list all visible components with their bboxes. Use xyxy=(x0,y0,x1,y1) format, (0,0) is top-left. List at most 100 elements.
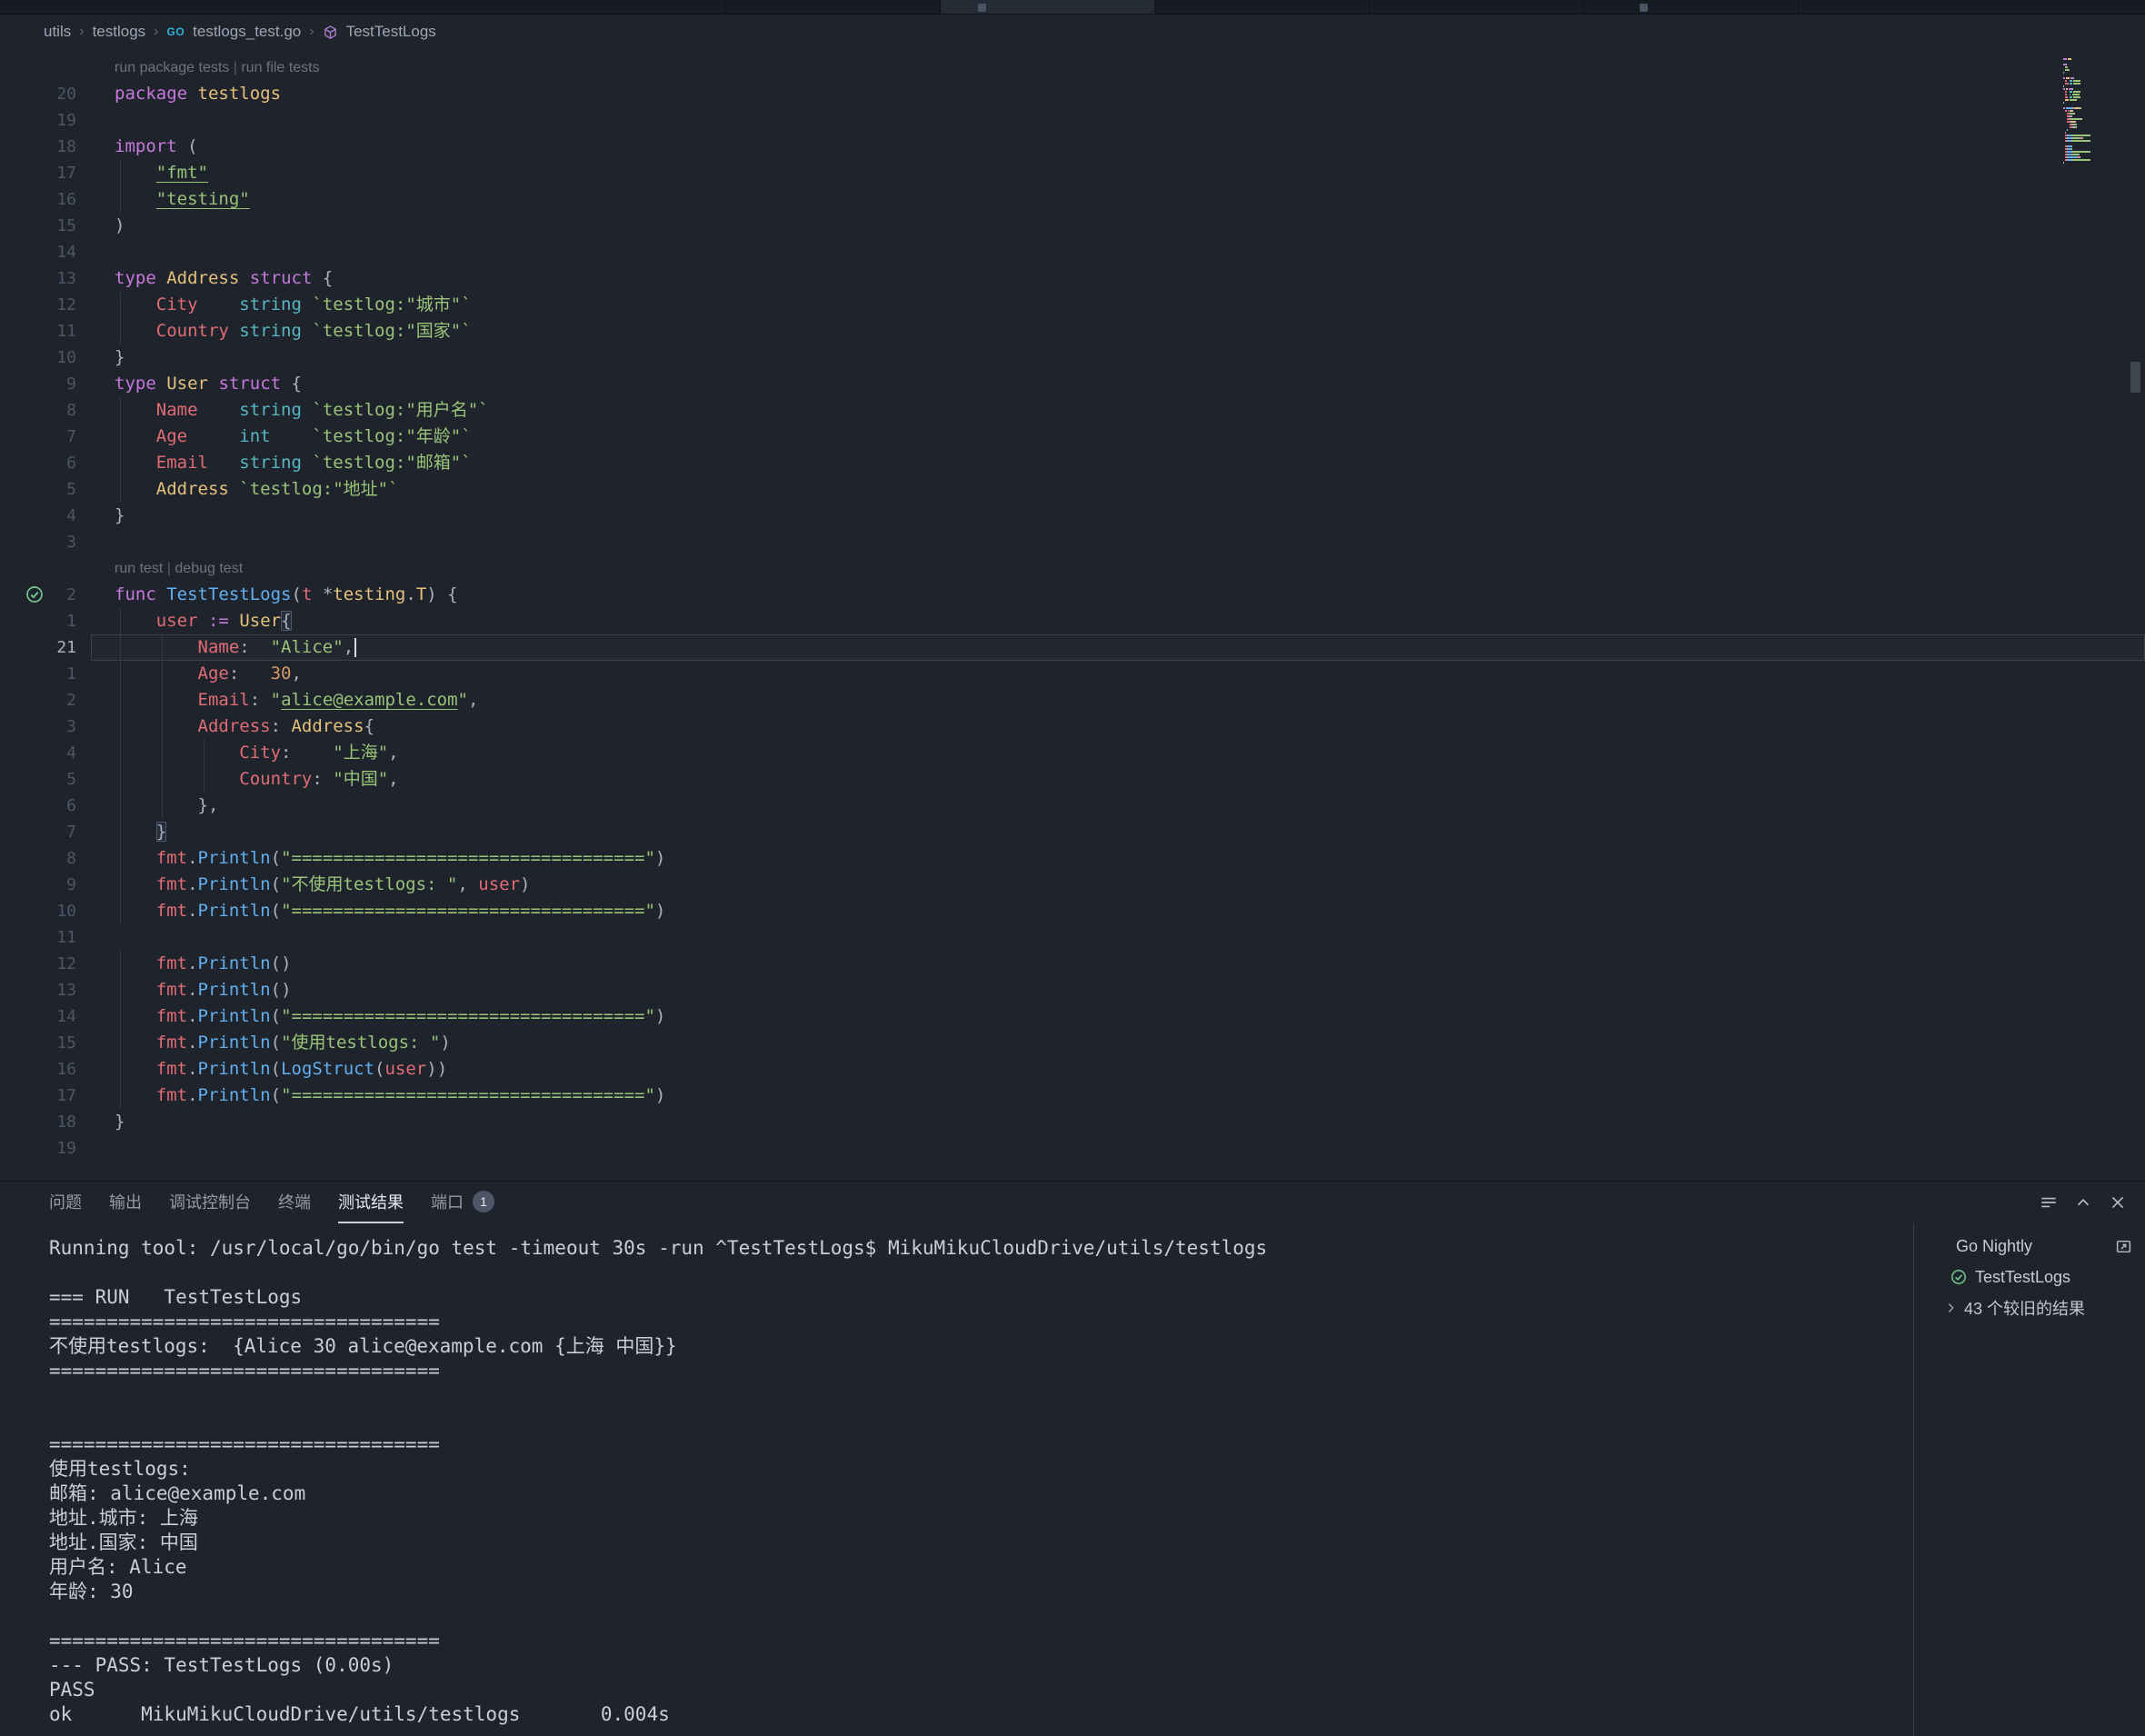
code-line[interactable]: 1 Age: 30, xyxy=(0,661,2145,687)
overview-ruler[interactable] xyxy=(2123,49,2145,1181)
line-number[interactable]: 10 xyxy=(0,898,91,924)
minimap[interactable] xyxy=(2063,58,2118,167)
breadcrumb-item-file[interactable]: testlogs_test.go xyxy=(193,23,301,41)
code-line[interactable]: 19 xyxy=(0,1135,2145,1162)
codelens-link[interactable]: debug test xyxy=(175,561,243,576)
code-line[interactable]: 15 fmt.Println("使用testlogs: ") xyxy=(0,1030,2145,1056)
line-number[interactable]: 18 xyxy=(0,134,91,160)
code-line[interactable]: 19 xyxy=(0,107,2145,134)
line-number[interactable]: 14 xyxy=(0,1003,91,1030)
code-line[interactable]: 5 Address `testlog:"地址"` xyxy=(0,476,2145,503)
open-in-editor-icon[interactable] xyxy=(2115,1238,2132,1255)
code-line[interactable]: 5 Country: "中国", xyxy=(0,766,2145,793)
breadcrumb-item-testlogs[interactable]: testlogs xyxy=(93,23,146,41)
code-line[interactable]: 12 fmt.Println() xyxy=(0,951,2145,977)
test-run-row[interactable]: TestTestLogs xyxy=(1914,1262,2145,1292)
code-line[interactable]: 20package testlogs xyxy=(0,81,2145,107)
panel-tab[interactable]: 调试控制台 xyxy=(169,1182,251,1223)
line-number[interactable]: 1 xyxy=(0,661,91,687)
line-number[interactable]: 3 xyxy=(0,713,91,740)
line-number[interactable] xyxy=(0,555,91,582)
line-number[interactable]: 4 xyxy=(0,740,91,766)
line-number[interactable]: 11 xyxy=(0,924,91,951)
codelens-link[interactable]: run package tests xyxy=(115,60,229,75)
panel-tab[interactable]: 问题 xyxy=(49,1182,82,1223)
older-results-row[interactable]: 43 个较旧的结果 xyxy=(1914,1292,2145,1323)
code-line[interactable]: 17 fmt.Println("========================… xyxy=(0,1083,2145,1109)
line-number[interactable]: 11 xyxy=(0,318,91,344)
code-line[interactable]: 1 user := User{ xyxy=(0,608,2145,634)
codelens-line[interactable]: run test | debug test xyxy=(0,555,2145,582)
line-number[interactable]: 8 xyxy=(0,397,91,424)
panel-close-icon[interactable] xyxy=(2109,1193,2127,1212)
editor-tabs-strip[interactable] xyxy=(0,0,2145,15)
code-line[interactable]: 7 } xyxy=(0,819,2145,845)
line-number[interactable]: 7 xyxy=(0,424,91,450)
line-number[interactable]: 9 xyxy=(0,872,91,898)
code-line[interactable]: 16 "testing" xyxy=(0,186,2145,213)
code-line[interactable]: 6 Email string `testlog:"邮箱"` xyxy=(0,450,2145,476)
line-number[interactable]: 10 xyxy=(0,344,91,371)
panel-tab[interactable]: 输出 xyxy=(109,1182,142,1223)
line-number[interactable]: 8 xyxy=(0,845,91,872)
line-number[interactable]: 15 xyxy=(0,1030,91,1056)
codelens-link[interactable]: run test xyxy=(115,561,163,576)
line-number[interactable]: 6 xyxy=(0,793,91,819)
test-output[interactable]: Running tool: /usr/local/go/bin/go test … xyxy=(0,1223,1912,1736)
code-line[interactable]: 14 xyxy=(0,239,2145,265)
code-line[interactable]: 9 fmt.Println("不使用testlogs: ", user) xyxy=(0,872,2145,898)
code-line[interactable]: 10 fmt.Println("========================… xyxy=(0,898,2145,924)
code-line[interactable]: 9type User struct { xyxy=(0,371,2145,397)
panel-tab[interactable]: 测试结果 xyxy=(338,1182,404,1223)
code-line[interactable]: 10} xyxy=(0,344,2145,371)
code-line[interactable]: 18import ( xyxy=(0,134,2145,160)
panel-maximize-icon[interactable] xyxy=(2074,1193,2092,1212)
line-number[interactable]: 19 xyxy=(0,107,91,134)
code-line[interactable]: 12 City string `testlog:"城市"` xyxy=(0,292,2145,318)
code-line[interactable]: 17 "fmt" xyxy=(0,160,2145,186)
line-number[interactable]: 19 xyxy=(0,1135,91,1162)
code-line[interactable]: 18} xyxy=(0,1109,2145,1135)
line-number[interactable]: 1 xyxy=(0,608,91,634)
line-number[interactable]: 9 xyxy=(0,371,91,397)
line-number[interactable]: 16 xyxy=(0,186,91,213)
line-number[interactable]: 17 xyxy=(0,1083,91,1109)
line-number[interactable]: 18 xyxy=(0,1109,91,1135)
line-number[interactable]: 13 xyxy=(0,977,91,1003)
code-line[interactable]: 7 Age int `testlog:"年龄"` xyxy=(0,424,2145,450)
line-number[interactable]: 5 xyxy=(0,476,91,503)
code-line[interactable]: 4} xyxy=(0,503,2145,529)
code-line[interactable]: 11 xyxy=(0,924,2145,951)
line-number[interactable]: 20 xyxy=(0,81,91,107)
breadcrumb-item-symbol[interactable]: TestTestLogs xyxy=(346,23,436,41)
codelens-line[interactable]: run package tests | run file tests xyxy=(0,55,2145,81)
code-area[interactable]: run package tests | run file tests20pack… xyxy=(0,55,2145,1162)
code-line[interactable]: 8 Name string `testlog:"用户名"` xyxy=(0,397,2145,424)
code-line[interactable]: 14 fmt.Println("========================… xyxy=(0,1003,2145,1030)
scrollbar-thumb[interactable] xyxy=(2130,362,2140,393)
code-line[interactable]: 15) xyxy=(0,213,2145,239)
code-line[interactable]: 6 }, xyxy=(0,793,2145,819)
code-line[interactable]: 13type Address struct { xyxy=(0,265,2145,292)
code-line[interactable]: 4 City: "上海", xyxy=(0,740,2145,766)
line-number[interactable] xyxy=(0,55,91,81)
code-line[interactable]: 3 Address: Address{ xyxy=(0,713,2145,740)
panel-menu-icon[interactable] xyxy=(2040,1193,2058,1212)
line-number[interactable]: 16 xyxy=(0,1056,91,1083)
line-number[interactable]: 17 xyxy=(0,160,91,186)
line-number[interactable]: 2 xyxy=(0,687,91,713)
code-line[interactable]: 2 Email: "alice@example.com", xyxy=(0,687,2145,713)
line-number[interactable]: 15 xyxy=(0,213,91,239)
code-line[interactable]: 13 fmt.Println() xyxy=(0,977,2145,1003)
code-line[interactable]: 3 xyxy=(0,529,2145,555)
breadcrumb-item-utils[interactable]: utils xyxy=(44,23,71,41)
line-number[interactable]: 5 xyxy=(0,766,91,793)
line-number[interactable]: 3 xyxy=(0,529,91,555)
line-number[interactable]: 4 xyxy=(0,503,91,529)
code-line[interactable]: 11 Country string `testlog:"国家"` xyxy=(0,318,2145,344)
line-number[interactable]: 6 xyxy=(0,450,91,476)
code-editor[interactable]: run package tests | run file tests20pack… xyxy=(0,49,2145,1181)
test-profile-row[interactable]: Go Nightly xyxy=(1914,1231,2145,1262)
line-number[interactable]: 2 xyxy=(0,582,91,608)
line-number[interactable]: 12 xyxy=(0,951,91,977)
